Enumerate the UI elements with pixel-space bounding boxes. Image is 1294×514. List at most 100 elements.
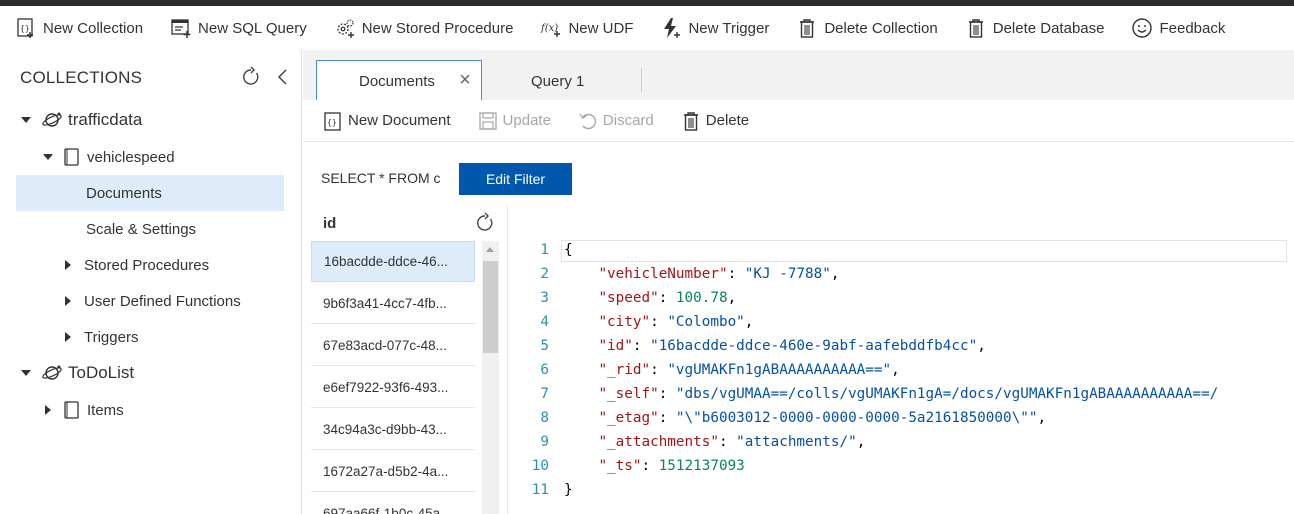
new-collection-icon: {}	[14, 16, 38, 40]
collapse-sidebar-icon[interactable]	[272, 66, 294, 88]
new-trigger-button[interactable]: New Trigger	[659, 6, 769, 50]
collection-icon	[63, 400, 81, 420]
id-list-scrollbar[interactable]	[482, 241, 499, 514]
document-row[interactable]: 16bacdde-ddce-46...	[311, 241, 475, 282]
json-key: "_rid"	[598, 362, 651, 378]
document-row[interactable]: 1672a27a-d5b2-4a...	[311, 451, 475, 492]
delete-document-button[interactable]: Delete	[680, 110, 749, 132]
new-collection-button[interactable]: {} New Collection	[14, 6, 143, 50]
line-number: 1	[540, 242, 549, 258]
code-line[interactable]: "_rid": "vgUMAKFn1gABAAAAAAAAAA==",	[564, 358, 899, 382]
discard-button[interactable]: Discard	[577, 110, 654, 132]
code-line[interactable]: "_attachments": "attachments/",	[564, 430, 865, 454]
caret-down-icon[interactable]	[20, 114, 32, 126]
tab-query-1[interactable]: Query 1	[483, 60, 643, 100]
json-punctuation: :	[727, 266, 745, 282]
json-editor[interactable]: 1 {2 "vehicleNumber": "KJ -7788", 3 "speed…	[509, 238, 1294, 514]
code-line[interactable]: "_ts": 1512137093	[564, 454, 744, 478]
tab-bar: Documents × Query 1	[303, 50, 1294, 100]
new-document-button[interactable]: {} New Document	[322, 110, 451, 132]
scrollbar-thumb[interactable]	[483, 261, 498, 353]
json-string: "16bacdde-ddce-460e-9abf-aafebddfb4cc"	[650, 338, 978, 354]
tab-documents-label: Documents	[359, 73, 435, 90]
json-string: "\"b6003012-0000-0000-0000-5a2161850000\…	[675, 410, 1038, 426]
code-line[interactable]: "city": "Colombo",	[564, 310, 753, 334]
code-line[interactable]: {	[564, 238, 573, 262]
tree-item-scale-settings[interactable]: Scale & Settings	[16, 211, 284, 247]
document-row[interactable]: 34c94a3c-d9bb-43...	[311, 409, 475, 450]
caret-right-icon[interactable]	[62, 259, 74, 271]
tree-item-todolist[interactable]: ToDoList	[16, 355, 284, 391]
tab-documents[interactable]: Documents ×	[316, 60, 482, 100]
code-line[interactable]: "vehicleNumber": "KJ -7788",	[564, 262, 839, 286]
command-bar: {} New Collection New SQL Query New Stor…	[0, 6, 1294, 50]
document-row[interactable]: e6ef7922-93f6-493...	[311, 367, 475, 408]
caret-right-icon[interactable]	[62, 295, 74, 307]
update-button[interactable]: Update	[477, 110, 551, 132]
json-key: "_ts"	[598, 458, 642, 474]
caret-down-icon[interactable]	[20, 367, 32, 379]
scroll-up-arrow-icon[interactable]	[486, 247, 494, 252]
code-line[interactable]: }	[564, 478, 573, 502]
delete-database-button[interactable]: Delete Database	[964, 6, 1104, 50]
svg-text:{}: {}	[327, 118, 337, 127]
document-row[interactable]: 9b6f3a41-4cc7-4fb...	[311, 283, 475, 324]
line-number: 10	[531, 458, 549, 474]
tree-item-stored-procedures[interactable]: Stored Procedures	[16, 247, 284, 283]
document-row[interactable]: 697aa66f-1b0c-45a...	[311, 493, 475, 514]
discard-label: Discard	[602, 112, 654, 129]
caret-right-icon[interactable]	[42, 404, 54, 416]
json-key: "speed"	[598, 290, 659, 306]
trash-icon	[795, 16, 819, 40]
line-number: 8	[540, 410, 549, 426]
new-trigger-label: New Trigger	[688, 19, 770, 37]
feedback-label: Feedback	[1159, 19, 1226, 37]
json-key: "_self"	[598, 386, 659, 402]
document-row[interactable]: 67e83acd-077c-48...	[311, 325, 475, 366]
new-stored-procedure-button[interactable]: New Stored Procedure	[333, 6, 513, 50]
current-line-highlight	[561, 240, 1287, 262]
document-id-list: id 16bacdde-ddce-46... 9b6f3a41-4cc7-4fb…	[303, 205, 508, 514]
json-punctuation	[564, 290, 598, 306]
new-udf-button[interactable]: f(x) New UDF	[539, 6, 633, 50]
code-line[interactable]: "_self": "dbs/vgUMAA==/colls/vgUMAKFn1gA…	[564, 382, 1218, 406]
tree-label-scale-settings: Scale & Settings	[86, 220, 197, 238]
tree-item-user-defined-functions[interactable]: User Defined Functions	[16, 283, 284, 319]
delete-collection-label: Delete Collection	[824, 19, 938, 37]
json-punctuation	[564, 362, 598, 378]
tree-item-documents[interactable]: Documents	[16, 175, 284, 211]
json-number: 100.78	[675, 290, 728, 306]
delete-collection-button[interactable]: Delete Collection	[795, 6, 938, 50]
update-label: Update	[502, 112, 551, 129]
sidebar-title: COLLECTIONS	[20, 68, 143, 87]
code-line[interactable]: "id": "16bacdde-ddce-460e-9abf-aafebddfb…	[564, 334, 985, 358]
line-number: 6	[540, 362, 549, 378]
code-line[interactable]: "_etag": "\"b6003012-0000-0000-0000-5a21…	[564, 406, 1046, 430]
json-punctuation: ,	[744, 314, 754, 330]
caret-right-icon[interactable]	[62, 331, 74, 343]
new-sql-query-button[interactable]: New SQL Query	[169, 6, 307, 50]
tree-item-vehiclespeed[interactable]: vehiclespeed	[16, 139, 284, 175]
tree-item-items[interactable]: Items	[16, 392, 284, 428]
close-icon[interactable]: ×	[457, 70, 473, 90]
collections-sidebar: COLLECTIONS trafficdata vehiclespeed Doc…	[0, 50, 302, 514]
code-line[interactable]: "speed": 100.78,	[564, 286, 736, 310]
document-toolbar: {} New Document Update Discard Delete	[303, 100, 1294, 142]
tree-label-items: Items	[87, 401, 124, 419]
json-string: "dbs/vgUMAA==/colls/vgUMAKFn1gA=/docs/vg…	[675, 386, 1219, 402]
refresh-icon[interactable]	[240, 66, 262, 88]
json-punctuation	[564, 410, 598, 426]
caret-down-icon[interactable]	[42, 151, 54, 163]
tree-item-trafficdata[interactable]: trafficdata	[16, 102, 284, 138]
edit-filter-button[interactable]: Edit Filter	[459, 163, 572, 195]
refresh-icon[interactable]	[474, 212, 496, 234]
json-punctuation	[564, 434, 598, 450]
line-number: 5	[540, 338, 549, 354]
tree-label-documents: Documents	[86, 184, 162, 202]
tree-item-triggers[interactable]: Triggers	[16, 319, 284, 355]
json-punctuation: ,	[830, 266, 840, 282]
json-punctuation: :	[718, 434, 737, 450]
line-number: 4	[540, 314, 549, 330]
tree-label-todolist: ToDoList	[68, 363, 135, 382]
feedback-button[interactable]: Feedback	[1130, 6, 1225, 50]
